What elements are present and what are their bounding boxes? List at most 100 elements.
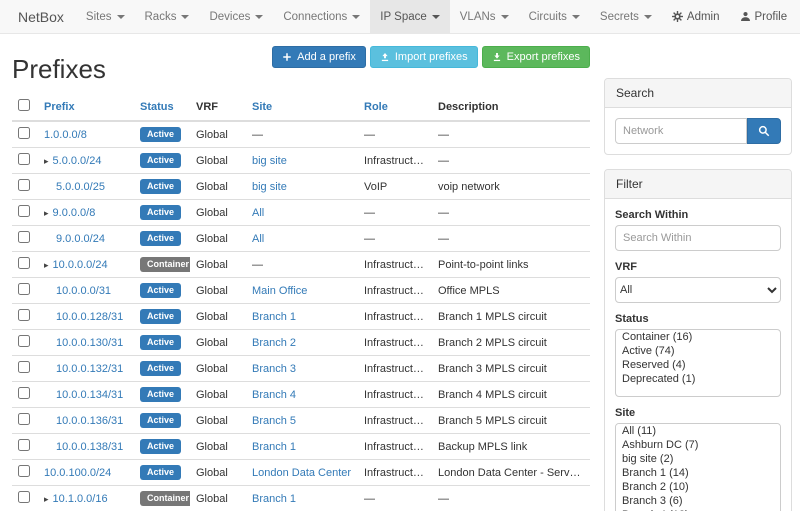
prefix-link[interactable]: 9.0.0.0/8: [53, 207, 96, 219]
checkbox-cell: [12, 252, 38, 278]
site-link[interactable]: Branch 5: [252, 415, 296, 427]
site-option[interactable]: Branch 1 (14): [616, 466, 780, 480]
vrf-cell: Global: [190, 252, 246, 278]
vrf-cell: Global: [190, 434, 246, 460]
column-label: Description: [438, 101, 499, 113]
select-all-checkbox[interactable]: [18, 99, 30, 111]
prefix-link[interactable]: 1.0.0.0/8: [44, 129, 87, 141]
site-link[interactable]: Main Office: [252, 285, 307, 297]
prefix-link[interactable]: 10.0.0.0/31: [56, 285, 111, 297]
site-option[interactable]: Branch 2 (10): [616, 480, 780, 494]
prefix-link[interactable]: 5.0.0.0/25: [56, 181, 105, 193]
vrf-select[interactable]: All: [615, 277, 781, 303]
prefix-link[interactable]: 10.0.100.0/24: [44, 467, 111, 479]
site-link[interactable]: Branch 2: [252, 337, 296, 349]
site-link[interactable]: big site: [252, 155, 287, 167]
row-checkbox[interactable]: [18, 361, 30, 373]
site-link[interactable]: All: [252, 207, 264, 219]
nav-item-sites[interactable]: Sites: [76, 0, 135, 33]
nav-right: AdminProfileLog out: [662, 0, 800, 33]
vrf-cell: Global: [190, 174, 246, 200]
column-sort-link[interactable]: Role: [364, 101, 388, 113]
checkbox-cell: [12, 408, 38, 434]
nav-item-ip-space[interactable]: IP Space: [370, 0, 449, 33]
site-link[interactable]: Branch 1: [252, 493, 296, 505]
site-link[interactable]: Branch 3: [252, 363, 296, 375]
search-within-input[interactable]: [615, 225, 781, 251]
site-link[interactable]: Branch 4: [252, 389, 296, 401]
vrf-cell: Global: [190, 278, 246, 304]
site-link[interactable]: Branch 1: [252, 441, 296, 453]
status-option[interactable]: Deprecated (1): [616, 372, 780, 386]
status-option[interactable]: Active (74): [616, 344, 780, 358]
prefix-link[interactable]: 10.0.0.136/31: [56, 415, 123, 427]
column-sort-link[interactable]: Site: [252, 101, 272, 113]
row-checkbox[interactable]: [18, 205, 30, 217]
site-option[interactable]: Branch 3 (6): [616, 494, 780, 508]
description-cell: Point-to-point links: [432, 252, 590, 278]
status-option[interactable]: Reserved (4): [616, 358, 780, 372]
status-filter-select[interactable]: Container (16)Active (74)Reserved (4)Dep…: [615, 329, 781, 397]
table-row: 10.0.0.138/31ActiveGlobalBranch 1Infrast…: [12, 434, 590, 460]
prefix-link[interactable]: 10.0.0.134/31: [56, 389, 123, 401]
nav-item-vlans[interactable]: VLANs: [450, 0, 519, 33]
chevron-down-icon: [181, 15, 189, 19]
row-checkbox[interactable]: [18, 257, 30, 269]
status-cell: Active: [134, 408, 190, 434]
import-prefixes-button[interactable]: Import prefixes: [370, 46, 478, 68]
prefix-link[interactable]: 5.0.0.0/24: [53, 155, 102, 167]
site-filter-select[interactable]: All (11)Ashburn DC (7)big site (2)Branch…: [615, 423, 781, 511]
search-input-group: [615, 118, 781, 144]
nav-item-circuits[interactable]: Circuits: [519, 0, 590, 33]
column-sort-link[interactable]: Prefix: [44, 101, 75, 113]
site-option[interactable]: Ashburn DC (7): [616, 438, 780, 452]
row-checkbox[interactable]: [18, 283, 30, 295]
nav-item-racks[interactable]: Racks: [135, 0, 200, 33]
chevron-down-icon: [432, 15, 440, 19]
search-input[interactable]: [615, 118, 747, 144]
row-checkbox[interactable]: [18, 335, 30, 347]
prefix-link[interactable]: 10.0.0.0/24: [53, 259, 108, 271]
site-link[interactable]: Branch 1: [252, 311, 296, 323]
prefix-link[interactable]: 10.0.0.132/31: [56, 363, 123, 375]
nav-item-devices[interactable]: Devices: [199, 0, 273, 33]
nav-item-secrets[interactable]: Secrets: [590, 0, 662, 33]
site-option[interactable]: big site (2): [616, 452, 780, 466]
main-content: Prefixes Add a prefixImport prefixesExpo…: [12, 42, 590, 511]
prefix-link[interactable]: 10.1.0.0/16: [53, 493, 108, 505]
chevron-down-icon: [255, 15, 263, 19]
brand-logo[interactable]: NetBox: [6, 0, 76, 33]
row-checkbox[interactable]: [18, 439, 30, 451]
role-cell: —: [358, 200, 432, 226]
row-checkbox[interactable]: [18, 153, 30, 165]
row-checkbox[interactable]: [18, 179, 30, 191]
expand-arrow-icon: ▸: [44, 156, 49, 166]
site-link[interactable]: All: [252, 233, 264, 245]
site-link[interactable]: big site: [252, 181, 287, 193]
nav-item-profile[interactable]: Profile: [730, 0, 798, 33]
nav-item-admin[interactable]: Admin: [662, 0, 730, 33]
prefix-link[interactable]: 10.0.0.138/31: [56, 441, 123, 453]
prefix-link[interactable]: 10.0.0.130/31: [56, 337, 123, 349]
site-option[interactable]: All (11): [616, 424, 780, 438]
row-checkbox[interactable]: [18, 231, 30, 243]
search-button[interactable]: [747, 118, 781, 144]
site-cell: Branch 4: [246, 382, 358, 408]
prefix-link[interactable]: 9.0.0.0/24: [56, 233, 105, 245]
site-link[interactable]: London Data Center: [252, 467, 351, 479]
row-checkbox[interactable]: [18, 491, 30, 503]
prefix-link[interactable]: 10.0.0.128/31: [56, 311, 123, 323]
row-checkbox[interactable]: [18, 413, 30, 425]
nav-item-connections[interactable]: Connections: [273, 0, 370, 33]
row-checkbox[interactable]: [18, 309, 30, 321]
chevron-down-icon: [352, 15, 360, 19]
row-checkbox[interactable]: [18, 465, 30, 477]
search-icon: [758, 125, 770, 137]
export-prefixes-button[interactable]: Export prefixes: [482, 46, 590, 68]
row-checkbox[interactable]: [18, 127, 30, 139]
status-option[interactable]: Container (16): [616, 330, 780, 344]
column-sort-link[interactable]: Status: [140, 101, 174, 113]
row-checkbox[interactable]: [18, 387, 30, 399]
status-cell: Container: [134, 252, 190, 278]
add-a-prefix-button[interactable]: Add a prefix: [272, 46, 366, 68]
